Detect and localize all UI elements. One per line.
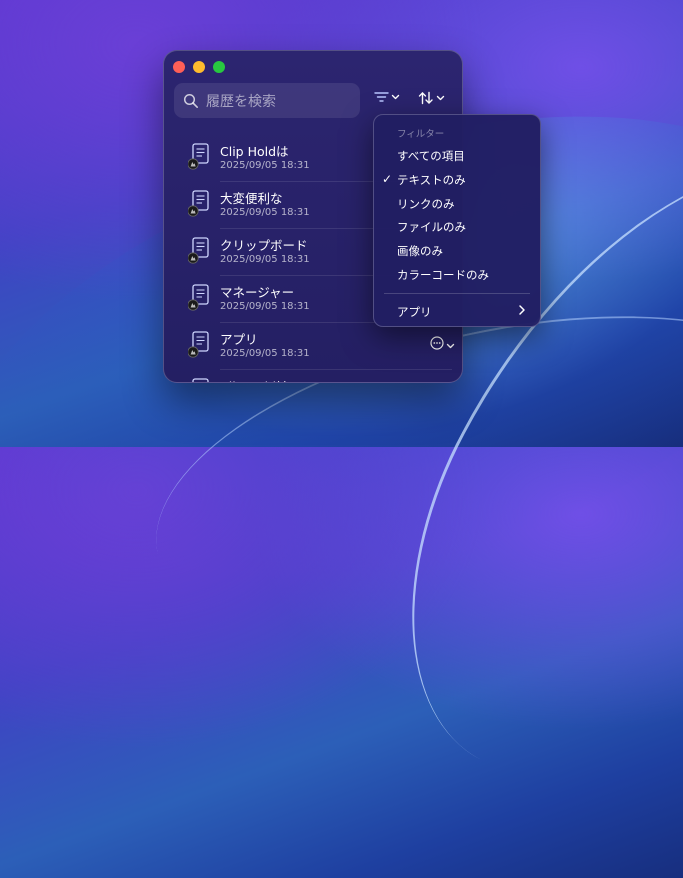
filter-lines-icon bbox=[374, 92, 389, 102]
menu-item-filter[interactable]: 画像のみ bbox=[374, 240, 540, 262]
document-icon bbox=[187, 284, 210, 312]
document-icon bbox=[187, 143, 210, 171]
menu-item-filter[interactable]: リンクのみ bbox=[374, 193, 540, 215]
chevron-down-icon bbox=[446, 335, 455, 354]
history-item-date: 2025/09/05 18:31 bbox=[220, 348, 310, 359]
history-item-date: 2025/09/05 18:31 bbox=[220, 254, 310, 265]
sort-button[interactable] bbox=[418, 91, 445, 105]
menu-item-label: 画像のみ bbox=[397, 244, 443, 259]
chevron-down-icon bbox=[391, 94, 400, 100]
document-icon bbox=[187, 190, 210, 218]
filter-button[interactable] bbox=[374, 91, 400, 103]
history-item-title: クリップボード bbox=[220, 238, 308, 253]
menu-item-filter[interactable]: すべての項目 bbox=[374, 145, 540, 167]
filter-menu-header: フィルター bbox=[397, 129, 445, 140]
history-item-title: アプリ bbox=[220, 332, 258, 347]
chevron-down-icon bbox=[436, 95, 445, 101]
history-item-title: マネージャー bbox=[220, 285, 295, 300]
history-item-title: 大変便利な bbox=[220, 191, 283, 206]
menu-item-filter[interactable]: カラーコードのみ bbox=[374, 264, 540, 286]
history-item-date: 2025/09/05 18:31 bbox=[220, 301, 310, 312]
menu-separator bbox=[384, 293, 530, 294]
document-icon bbox=[187, 237, 210, 265]
menu-item-apps[interactable]: アプリ bbox=[374, 301, 540, 323]
menu-item-label: リンクのみ bbox=[397, 196, 455, 211]
document-icon bbox=[187, 331, 210, 359]
history-item-date: 2025/09/05 18:31 bbox=[220, 160, 310, 171]
window-controls bbox=[173, 61, 225, 73]
checkmark-icon: ✓ bbox=[382, 171, 393, 186]
history-item-title: Clip Holdは bbox=[220, 144, 289, 159]
filter-menu: フィルター すべての項目 ✓ テキストのみ リンクのみファイルのみ 画像のみカラーコード… bbox=[373, 114, 541, 327]
menu-item-filter[interactable]: ファイルのみ bbox=[374, 216, 540, 238]
menu-item-label: テキストのみ bbox=[397, 172, 466, 187]
history-item[interactable]: アプリ 2025/09/05 18:31 bbox=[176, 323, 455, 370]
document-icon bbox=[188, 378, 210, 382]
zoom-button[interactable] bbox=[213, 61, 225, 73]
search-field[interactable]: 履歴を検索 bbox=[174, 83, 360, 118]
chevron-right-icon bbox=[519, 305, 525, 315]
menu-item-filter[interactable]: ✓ テキストのみ bbox=[374, 169, 540, 191]
menu-item-label: アプリ bbox=[397, 305, 432, 319]
sort-arrows-icon bbox=[418, 91, 433, 105]
menu-item-label: ファイルのみ bbox=[397, 220, 466, 235]
history-item-date: 2025/09/05 18:31 bbox=[220, 207, 310, 218]
history-item-title: Clip Holdは bbox=[220, 376, 289, 382]
history-item[interactable]: Clip Holdは bbox=[176, 370, 452, 382]
search-placeholder: 履歴を検索 bbox=[206, 93, 276, 110]
ellipsis-circle-icon bbox=[430, 335, 444, 354]
close-button[interactable] bbox=[173, 61, 185, 73]
more-options-button[interactable] bbox=[430, 335, 455, 354]
minimize-button[interactable] bbox=[193, 61, 205, 73]
menu-item-label: すべての項目 bbox=[397, 149, 465, 163]
search-icon bbox=[183, 93, 198, 108]
menu-item-label: カラーコードのみ bbox=[397, 268, 489, 282]
